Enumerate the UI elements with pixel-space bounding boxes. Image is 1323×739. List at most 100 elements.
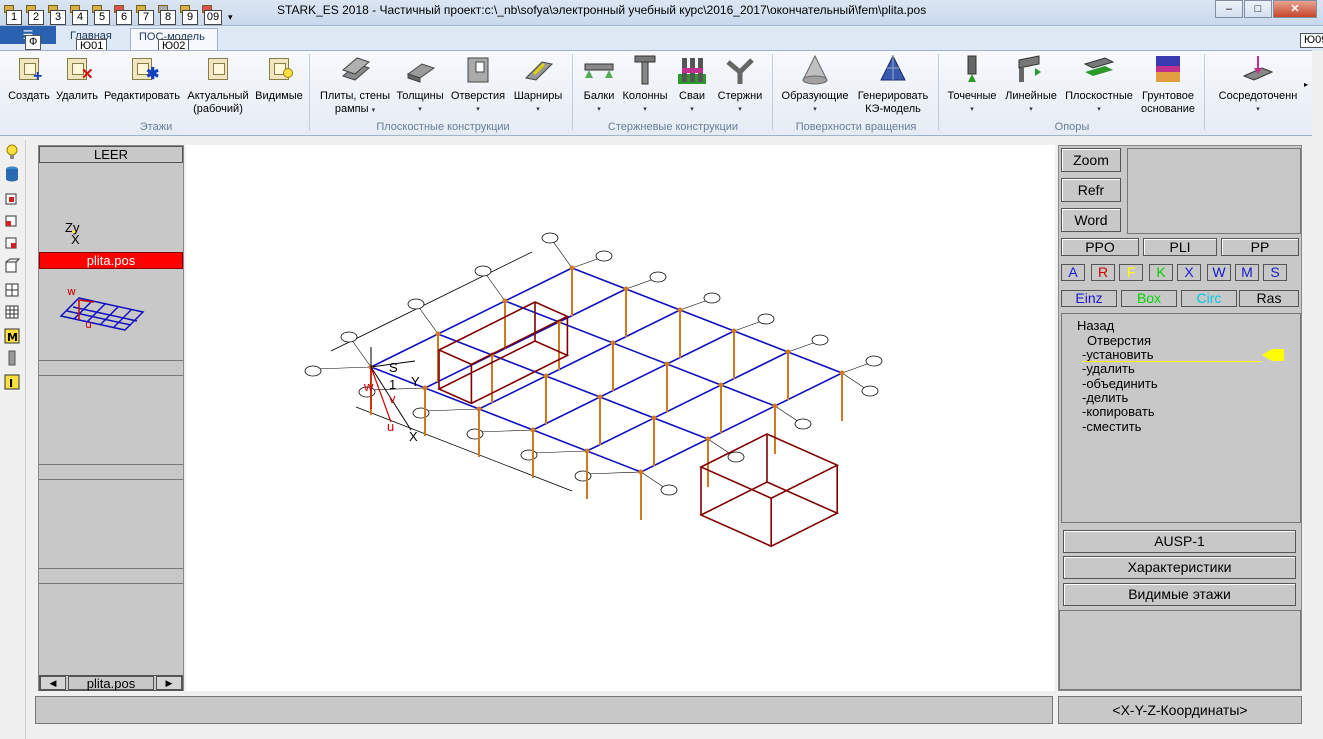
- qa-button-3[interactable]: 3: [48, 5, 66, 25]
- label: Стержни: [717, 90, 763, 102]
- thickness-button[interactable]: Толщины ▾: [394, 54, 446, 116]
- menu-item[interactable]: -делить: [1082, 390, 1128, 405]
- qa-button-6[interactable]: 6: [114, 5, 132, 25]
- label: Точечные: [947, 90, 997, 102]
- qa-dropdown-icon[interactable]: ▾: [228, 12, 238, 23]
- generate-fe-button[interactable]: Генерировать КЭ-модель: [855, 54, 931, 116]
- filter-letter-s[interactable]: S: [1263, 264, 1287, 281]
- qa-button-2[interactable]: 2: [26, 5, 44, 25]
- maximize-button[interactable]: □: [1244, 0, 1272, 18]
- axis-label: w: [363, 379, 374, 394]
- grid-icon[interactable]: [4, 282, 20, 298]
- floor-header[interactable]: LEER: [39, 146, 183, 163]
- status-bar: [35, 696, 1053, 724]
- beams-button[interactable]: Балки ▾: [578, 54, 620, 116]
- visible-floors-button[interactable]: Видимые: [254, 54, 304, 103]
- menu-item[interactable]: -копировать: [1082, 405, 1155, 419]
- axis-marker: [811, 334, 829, 346]
- menu-item[interactable]: -установить: [1082, 348, 1154, 362]
- qa-button-09[interactable]: 09: [202, 5, 222, 25]
- filter-letter-m[interactable]: M: [1235, 264, 1259, 281]
- piles-button[interactable]: Сваи ▾: [674, 54, 710, 116]
- label: рампы ▾: [334, 103, 376, 115]
- view-xz-icon[interactable]: [4, 212, 20, 228]
- qa-button-4[interactable]: 4: [70, 5, 88, 25]
- edit-floor-button[interactable]: ✱ Редактировать: [102, 54, 182, 103]
- i-beam-icon[interactable]: I: [4, 374, 20, 390]
- next-floor-button[interactable]: ▶: [156, 676, 182, 690]
- zoom-button[interactable]: Zoom: [1061, 148, 1121, 172]
- minimize-button[interactable]: –: [1215, 0, 1243, 18]
- filter-letter-a[interactable]: A: [1061, 264, 1085, 281]
- ppo-button[interactable]: PPO: [1061, 238, 1139, 256]
- dropdown-icon: ▾: [738, 106, 742, 113]
- light-bulb-icon[interactable]: [4, 144, 20, 160]
- view-xy-icon[interactable]: [4, 190, 20, 206]
- coordinates-display: <X-Y-Z-Координаты>: [1058, 696, 1302, 724]
- hinges-button[interactable]: Шарниры ▾: [510, 54, 566, 116]
- column-icon[interactable]: [4, 350, 20, 366]
- word-button[interactable]: Word: [1061, 208, 1121, 232]
- visible-floors-panel-button[interactable]: Видимые этажи: [1063, 583, 1296, 606]
- axis-marker: [660, 484, 678, 496]
- mode-box[interactable]: Box: [1121, 290, 1177, 307]
- menu-back[interactable]: Назад: [1077, 319, 1114, 333]
- qa-button-1[interactable]: 1: [4, 5, 22, 25]
- filter-letter-k[interactable]: K: [1149, 264, 1173, 281]
- generatrix-button[interactable]: Образующие ▾: [778, 54, 852, 116]
- delete-floor-button[interactable]: ✕ Удалить: [55, 54, 99, 103]
- actual-floor-button[interactable]: Актуальный (рабочий): [186, 54, 250, 116]
- floor-thumbnail[interactable]: w u: [39, 270, 183, 356]
- linear-supports-button[interactable]: Линейные ▾: [1002, 54, 1060, 116]
- menu-item[interactable]: -сместить: [1082, 419, 1141, 434]
- svg-text:w: w: [67, 285, 76, 298]
- mesh-icon[interactable]: [4, 304, 20, 320]
- menu-item[interactable]: -удалить: [1082, 362, 1135, 376]
- qa-button-9[interactable]: 9: [180, 5, 198, 25]
- m-icon[interactable]: M: [4, 328, 20, 344]
- filter-letter-r[interactable]: R: [1091, 264, 1115, 281]
- node-marker: [584, 448, 590, 454]
- columns-button[interactable]: Колонны ▾: [620, 54, 670, 116]
- qa-button-5[interactable]: 5: [92, 5, 110, 25]
- concentrated-button[interactable]: Сосредоточенн ▾: [1210, 54, 1306, 116]
- filter-letter-x[interactable]: X: [1177, 264, 1201, 281]
- model-viewport[interactable]: SY1wvuX: [186, 145, 1055, 691]
- qa-button-8[interactable]: 8: [158, 5, 176, 25]
- mode-ras[interactable]: Ras: [1239, 290, 1299, 307]
- mode-circ[interactable]: Circ: [1181, 290, 1237, 307]
- database-icon[interactable]: [4, 166, 20, 182]
- axis-marker: [412, 407, 430, 419]
- view-3d-icon[interactable]: [4, 258, 21, 274]
- characteristics-button[interactable]: Характеристики: [1063, 556, 1296, 579]
- ribbon-scroll-right-icon[interactable]: ▸: [1304, 80, 1308, 89]
- axis-leader: [585, 471, 642, 475]
- axis-leader: [484, 272, 506, 302]
- pli-button[interactable]: PLI: [1143, 238, 1217, 256]
- mode-einz[interactable]: Einz: [1061, 290, 1117, 307]
- refresh-button[interactable]: Refr: [1061, 178, 1121, 202]
- qa-button-7[interactable]: 7: [136, 5, 154, 25]
- label: Актуальный: [187, 90, 249, 102]
- create-floor-button[interactable]: + Создать: [8, 54, 50, 103]
- filter-letter-w[interactable]: W: [1207, 264, 1231, 281]
- pp-button[interactable]: PP: [1221, 238, 1299, 256]
- plates-button[interactable]: Плиты, стены рампы ▾: [318, 54, 392, 117]
- ausp-button[interactable]: AUSP-1: [1063, 530, 1296, 553]
- filter-letter-f[interactable]: F: [1119, 264, 1143, 281]
- soil-button[interactable]: Грунтовое основание: [1138, 54, 1198, 116]
- rods-button[interactable]: Стержни ▾: [714, 54, 766, 116]
- keytip: 1: [6, 10, 22, 25]
- openings-button[interactable]: Отверстия ▾: [449, 54, 507, 116]
- current-floor-file[interactable]: plita.pos: [39, 252, 183, 269]
- close-button[interactable]: ✕: [1273, 0, 1317, 18]
- cone-icon: [799, 54, 831, 86]
- menu-title: Отверстия: [1087, 333, 1152, 348]
- node-marker: [435, 331, 441, 337]
- axis-marker: [757, 313, 775, 325]
- menu-item[interactable]: -объединить: [1082, 376, 1158, 391]
- point-supports-button[interactable]: Точечные ▾: [944, 54, 1000, 116]
- prev-floor-button[interactable]: ◀: [40, 676, 66, 690]
- plane-supports-button[interactable]: Плоскостные ▾: [1062, 54, 1136, 116]
- view-yz-icon[interactable]: [4, 234, 20, 250]
